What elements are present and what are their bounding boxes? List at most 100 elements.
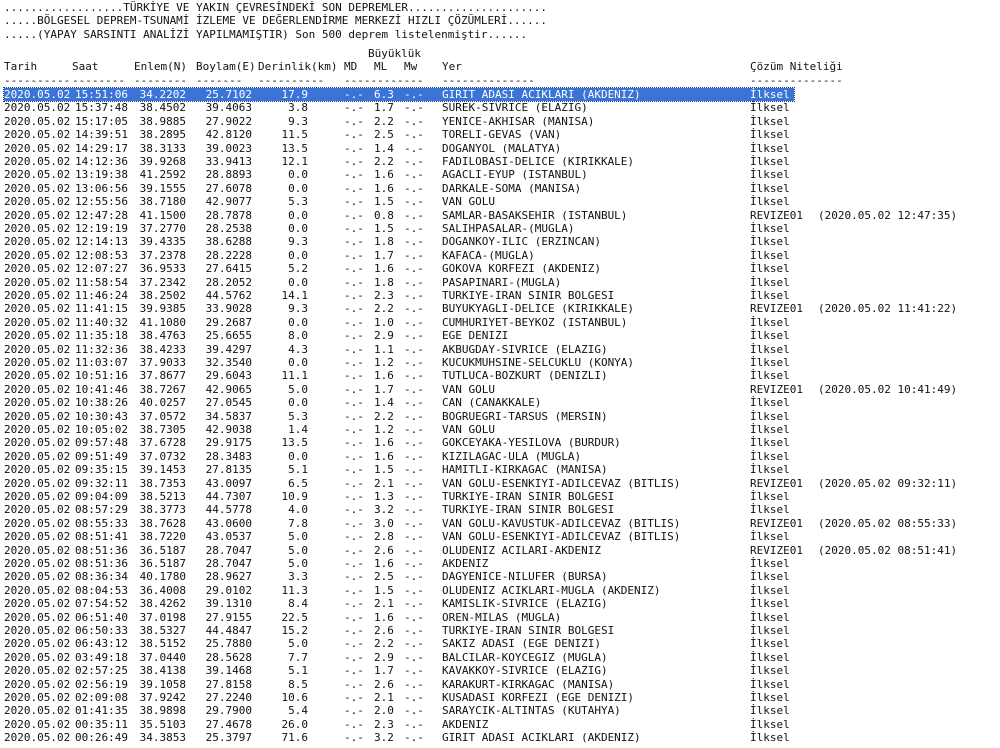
cell-depth: 9.3	[288, 302, 308, 316]
cell-lon: 27.8135	[205, 463, 252, 477]
cell-md: -.-	[344, 262, 364, 276]
cell-date: 2020.05.02	[4, 208, 71, 222]
cell-md: -.-	[344, 128, 364, 142]
cell-time: 02:57:25	[75, 664, 128, 678]
cell-date: 2020.05.02	[4, 423, 71, 436]
cell-depth: 26.0	[281, 717, 309, 731]
cell-place: SALIHPASALAR-(MUGLA)	[442, 222, 575, 235]
cell-depth: 9.3	[288, 114, 308, 128]
cell-mw: -.-	[404, 222, 424, 235]
cell-lat: 37.0572	[139, 409, 186, 423]
cell-depth: 5.2	[288, 262, 308, 276]
cell-time: 02:09:08	[75, 691, 128, 704]
cell-lon: 39.0023	[205, 141, 252, 155]
cell-ml: 1.8	[374, 275, 394, 289]
cell-depth: 22.5	[281, 610, 309, 624]
cell-place: KARAKURT-KIRKAGAC (MANISA)	[442, 677, 615, 691]
cell-mw: -.-	[404, 691, 424, 704]
cell-quality: İlksel	[750, 248, 790, 262]
cell-place: TURKIYE-IRAN SINIR BOLGESI	[442, 624, 615, 637]
cell-place: KUSADASI KORFEZI (EGE DENIZI)	[442, 691, 635, 704]
cell-md: -.-	[344, 208, 364, 222]
underline-quality: --------------	[750, 73, 843, 87]
cell-mw: -.-	[404, 610, 424, 624]
cell-lat: 38.7353	[139, 476, 186, 490]
cell-date: 2020.05.02	[4, 557, 71, 570]
cell-mw: -.-	[404, 423, 424, 436]
col-date-header: Tarih	[4, 60, 38, 74]
cell-ml: 3.2	[374, 503, 394, 517]
cell-mw: -.-	[404, 155, 424, 168]
cell-date: 2020.05.02	[4, 356, 71, 369]
cell-lat: 38.5152	[139, 637, 186, 651]
cell-date: 2020.05.02	[4, 222, 71, 235]
cell-lat: 38.7267	[139, 382, 186, 396]
cell-quality: İlksel	[750, 624, 790, 637]
cell-lat: 37.2342	[139, 275, 186, 289]
cell-quality: İlksel	[750, 315, 790, 329]
column-underline-row: ---------- -------- -------- ------- ---…	[4, 74, 843, 87]
cell-lon: 43.0537	[205, 530, 252, 544]
cell-depth: 8.4	[288, 597, 308, 611]
cell-lat: 37.8677	[139, 369, 186, 383]
cell-place: OREN-MILAS (MUGLA)	[442, 610, 562, 624]
cell-time: 08:04:53	[75, 583, 128, 597]
cell-lat: 38.2502	[139, 289, 186, 302]
cell-lon: 42.8120	[205, 128, 252, 142]
table-row[interactable]: 2020.05.02 15:51:06 34.2202 25.7102 17.9 -.- 6…	[3, 86, 795, 103]
cell-quality: İlksel	[750, 650, 790, 664]
cell-date: 2020.05.02	[4, 704, 71, 718]
cell-ml: 2.6	[374, 543, 394, 557]
cell-time: 08:51:36	[75, 557, 128, 570]
cell-depth: 5.0	[288, 557, 308, 570]
cell-date: 2020.05.02	[4, 114, 71, 128]
banner-line-1: ..................TÜRKİYE VE YAKIN ÇEVRE…	[4, 1, 548, 14]
cell-lat: 38.4502	[139, 101, 186, 115]
cell-lat: 38.9898	[139, 704, 186, 718]
cell-time: 12:14:13	[75, 235, 128, 249]
cell-ml: 2.1	[374, 691, 394, 704]
cell-md: -.-	[344, 717, 364, 731]
cell-ml: 1.5	[374, 463, 394, 477]
cell-time: 06:50:33	[75, 624, 128, 637]
cell-md: -.-	[344, 516, 364, 530]
cell-depth: 5.3	[288, 195, 308, 209]
cell-ml: 1.5	[374, 222, 394, 235]
cell-md: -.-	[344, 235, 364, 249]
cell-date: 2020.05.02	[4, 503, 71, 517]
cell-ml: 1.7	[374, 248, 394, 262]
cell-time: 08:51:41	[75, 530, 128, 544]
cell-lat: 34.3853	[139, 731, 186, 745]
col-lon-header: Boylam(E)	[196, 60, 256, 74]
cell-lon: 27.6078	[205, 181, 252, 195]
underline-mag: ------------	[344, 73, 424, 87]
cell-mw: -.-	[404, 289, 424, 302]
cell-lat: 36.5187	[139, 557, 186, 570]
cell-time: 10:30:43	[75, 409, 128, 423]
cell-mw: -.-	[404, 114, 424, 128]
cell-place: BALCILAR-KOYCEGIZ (MUGLA)	[442, 650, 608, 664]
cell-mw: -.-	[404, 717, 424, 731]
cell-lat: 38.4233	[139, 342, 186, 356]
cell-lon: 28.3483	[205, 449, 252, 463]
cell-quality: İlksel	[750, 610, 790, 624]
cell-depth: 71.6	[281, 731, 309, 745]
cell-time: 12:47:28	[75, 208, 128, 222]
underline-place: --------------	[442, 73, 535, 87]
col-depth-header: Derinlik(km)	[258, 60, 338, 74]
cell-mw: -.-	[404, 677, 424, 691]
cell-time: 10:05:02	[75, 423, 128, 436]
cell-lon: 27.0545	[205, 396, 252, 410]
cell-mw: -.-	[404, 101, 424, 115]
cell-place: AKBUGDAY-SIVRICE (ELAZIG)	[442, 342, 608, 356]
cell-lat: 35.5103	[139, 717, 186, 731]
cell-md: -.-	[344, 289, 364, 302]
cell-place: GOKOVA KORFEZI (AKDENIZ)	[442, 262, 601, 276]
cell-lon: 28.8893	[205, 168, 252, 182]
cell-quality: REVIZE01	[750, 476, 803, 490]
cell-lon: 42.9077	[205, 195, 252, 209]
cell-lon: 43.0097	[205, 476, 252, 490]
cell-ml: 2.8	[374, 530, 394, 544]
cell-lon: 39.1310	[205, 597, 252, 611]
cell-depth: 3.3	[288, 570, 308, 584]
